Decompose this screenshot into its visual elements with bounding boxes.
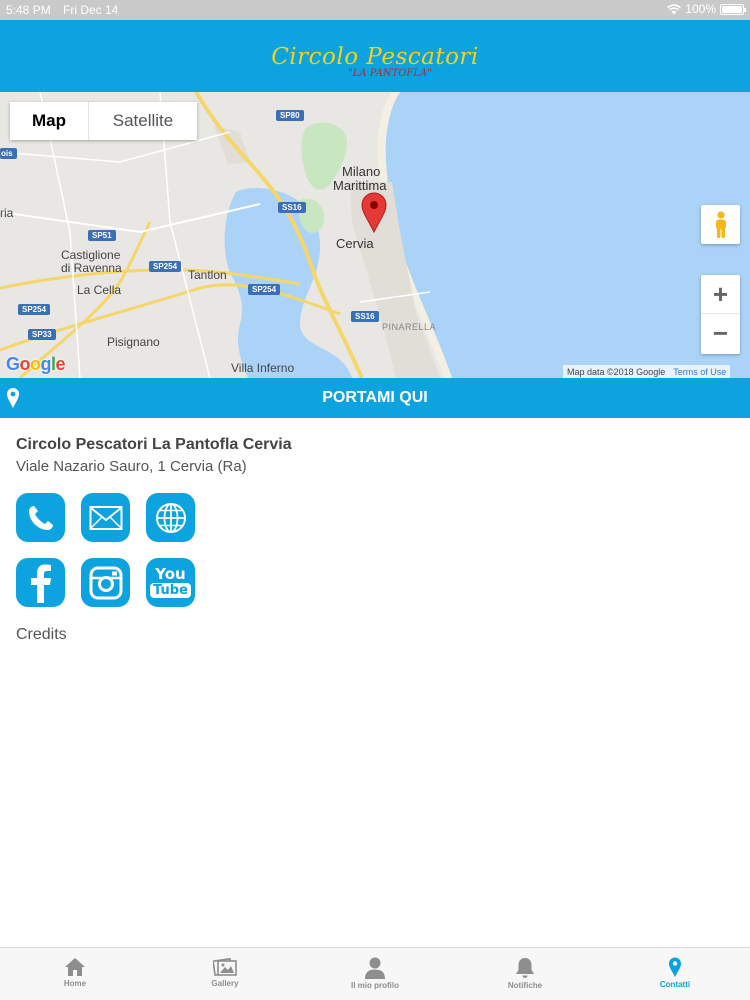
road-tag: SP80 bbox=[276, 110, 304, 121]
google-logo-letter: e bbox=[55, 354, 66, 374]
zoom-in-button[interactable]: + bbox=[701, 275, 740, 314]
directions-button[interactable]: PORTAMI QUI bbox=[0, 378, 750, 418]
status-right: 100% bbox=[667, 2, 746, 16]
road-tag: ois bbox=[0, 148, 17, 159]
battery-icon bbox=[720, 3, 746, 15]
facebook-button[interactable] bbox=[16, 558, 65, 607]
tab-label: Il mio profilo bbox=[351, 981, 399, 990]
road-tag: SP254 bbox=[18, 304, 51, 315]
logo-title: Circolo Pescatori bbox=[271, 44, 479, 70]
youtube-icon-text-top: You bbox=[155, 565, 186, 583]
location-pin-icon bbox=[669, 957, 681, 977]
terms-of-use-link[interactable]: Terms of Use bbox=[673, 367, 726, 377]
map-type-map-button[interactable]: Map bbox=[10, 102, 89, 140]
location-pin-icon bbox=[7, 388, 19, 408]
place-label: Milano bbox=[342, 164, 381, 179]
credits-link[interactable]: Credits bbox=[16, 626, 67, 644]
map-data-credit: Map data ©2018 Google bbox=[567, 366, 666, 377]
place-label: La Cella bbox=[77, 283, 122, 297]
tab-bar: Home Gallery Il mio profilo Notifiche Co… bbox=[0, 947, 750, 1000]
place-label: Villa Inferno bbox=[231, 361, 295, 375]
app-header: Circolo Pescatori "LA PANTOFLA" bbox=[0, 20, 750, 92]
map-type-satellite-button[interactable]: Satellite bbox=[89, 102, 197, 140]
google-logo-letter: o bbox=[30, 354, 41, 374]
tab-home[interactable]: Home bbox=[0, 948, 150, 1000]
facebook-icon bbox=[30, 564, 51, 603]
logo-subtitle: "LA PANTOFLA" bbox=[348, 68, 432, 79]
tab-profile[interactable]: Il mio profilo bbox=[300, 948, 450, 1000]
pegman-icon bbox=[715, 210, 726, 238]
globe-icon bbox=[155, 502, 186, 533]
app-logo: Circolo Pescatori "LA PANTOFLA" bbox=[0, 44, 750, 79]
tab-label: Home bbox=[63, 979, 87, 988]
tab-notifications[interactable]: Notifiche bbox=[450, 948, 600, 1000]
phone-icon bbox=[28, 505, 53, 530]
status-date: Fri Dec 14 bbox=[63, 3, 119, 17]
google-logo-letter: g bbox=[40, 354, 52, 374]
place-label: ria bbox=[0, 206, 14, 220]
profile-icon bbox=[365, 957, 385, 979]
road-tag: SS16 bbox=[278, 202, 306, 213]
place-label: Cervia bbox=[336, 236, 374, 251]
directions-label: PORTAMI QUI bbox=[322, 389, 428, 406]
street-view-pegman[interactable] bbox=[701, 205, 740, 244]
status-bar: 5:48 PM Fri Dec 14 100% bbox=[0, 0, 750, 20]
phone-button[interactable] bbox=[16, 493, 65, 542]
gallery-icon bbox=[213, 957, 237, 976]
status-time: 5:48 PM bbox=[6, 3, 51, 17]
zoom-out-button[interactable]: − bbox=[701, 314, 740, 353]
website-button[interactable] bbox=[146, 493, 195, 542]
battery-percent: 100% bbox=[685, 2, 716, 16]
google-logo-letter: G bbox=[6, 354, 20, 374]
road-tag: SP254 bbox=[149, 261, 182, 272]
tab-label: Gallery bbox=[211, 979, 239, 988]
google-logo-letter: o bbox=[19, 354, 31, 374]
mail-icon bbox=[89, 505, 122, 530]
home-icon bbox=[65, 958, 85, 976]
tab-label: Notifiche bbox=[507, 981, 543, 990]
map-attribution: Map data ©2018 Google Terms of Use bbox=[563, 365, 731, 378]
place-address: Viale Nazario Sauro, 1 Cervia (Ra) bbox=[16, 458, 247, 475]
email-button[interactable] bbox=[81, 493, 130, 542]
place-name: Circolo Pescatori La Pantofla Cervia bbox=[16, 436, 292, 453]
place-label: Castiglione bbox=[61, 248, 121, 262]
road-tag: SP254 bbox=[248, 284, 281, 295]
place-label: Marittima bbox=[333, 178, 387, 193]
road-tag: SS16 bbox=[351, 311, 379, 322]
map-type-control: Map Satellite bbox=[10, 102, 197, 140]
google-logo: Google bbox=[6, 354, 66, 375]
bell-icon bbox=[516, 958, 534, 978]
tab-label: Contatti bbox=[659, 980, 691, 989]
road-tag: SP51 bbox=[88, 230, 116, 241]
road-tag: SP33 bbox=[28, 329, 56, 340]
youtube-button[interactable]: You Tube bbox=[146, 558, 195, 607]
tab-gallery[interactable]: Gallery bbox=[150, 948, 300, 1000]
youtube-icon-text-bottom: Tube bbox=[150, 583, 191, 598]
place-label: PINARELLA bbox=[382, 322, 437, 332]
place-label: Pisignano bbox=[107, 335, 160, 349]
youtube-icon: You Tube bbox=[150, 567, 191, 598]
place-label: Tantlon bbox=[188, 268, 227, 282]
instagram-icon bbox=[89, 566, 122, 599]
instagram-button[interactable] bbox=[81, 558, 130, 607]
tab-contacts[interactable]: Contatti bbox=[600, 948, 750, 1000]
map-view[interactable]: Milano Marittima Cervia Castiglione di R… bbox=[0, 92, 750, 378]
place-label: di Ravenna bbox=[61, 261, 122, 275]
zoom-control: + − bbox=[701, 275, 740, 354]
wifi-icon bbox=[667, 3, 682, 14]
